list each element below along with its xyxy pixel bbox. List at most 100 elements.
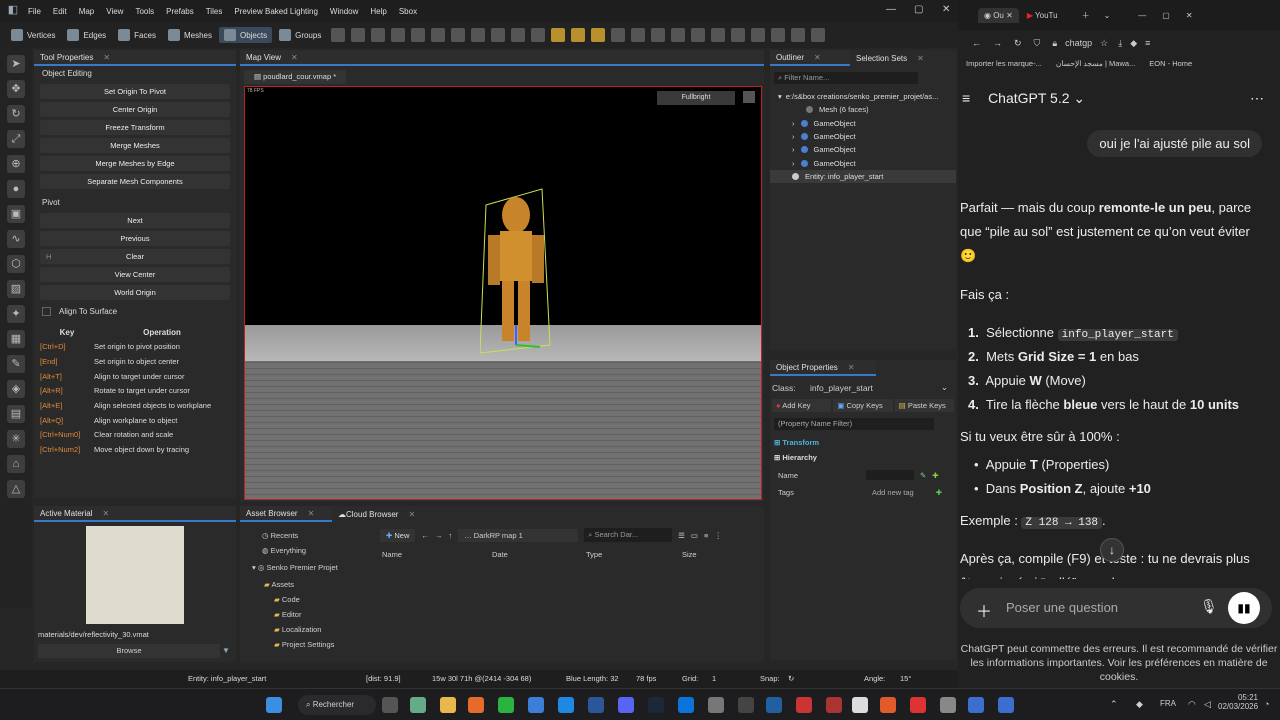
separate-mesh-components-button[interactable]: Separate Mesh Components <box>40 174 230 189</box>
app-icon[interactable] <box>738 697 754 713</box>
close-icon[interactable]: ✕ <box>103 53 110 62</box>
app-icon[interactable] <box>910 697 926 713</box>
url-bar[interactable]: chatgp <box>1065 38 1092 48</box>
more-icon[interactable] <box>811 28 826 42</box>
app-icon[interactable] <box>708 697 724 713</box>
close-icon[interactable]: ✕ <box>1186 11 1193 20</box>
mode-faces[interactable]: Faces <box>113 27 161 43</box>
chevron-right-icon[interactable]: › <box>792 119 795 128</box>
add-tag-input[interactable]: Add new tag <box>872 488 914 497</box>
app-icon[interactable] <box>940 697 956 713</box>
transform-tool-icon[interactable] <box>431 28 446 42</box>
sbox-taskbar-icon[interactable] <box>968 697 984 713</box>
filter-name-input[interactable]: ⌕ Filter Name... <box>774 72 918 84</box>
folder-item[interactable]: ▰ Assets <box>244 577 372 592</box>
scroll-down-button[interactable]: ↓ <box>1100 538 1124 562</box>
clip-icon[interactable] <box>791 28 806 42</box>
tab-selection-sets[interactable]: Selection Sets ✕ <box>850 50 924 66</box>
pivot-icon[interactable]: ⊕ <box>7 155 25 173</box>
add-key-button[interactable]: ● Add Key <box>772 399 832 412</box>
set-origin-to-pivot-button[interactable]: Set Origin To Pivot <box>40 84 230 99</box>
tab-asset-browser[interactable]: Asset Browser ✕ <box>240 506 332 522</box>
settings-icon[interactable] <box>410 697 426 713</box>
back-icon[interactable]: ← <box>421 531 429 540</box>
whatsapp-icon[interactable] <box>498 697 514 713</box>
decal-tool-icon[interactable]: ◈ <box>7 380 25 398</box>
steam-icon[interactable] <box>648 697 664 713</box>
model-icon[interactable] <box>691 28 706 42</box>
polygon-icon[interactable]: ⬡ <box>7 255 25 273</box>
select-icon[interactable]: ➤ <box>7 55 25 73</box>
close-icon[interactable]: ✕ <box>814 53 821 62</box>
minimize-icon[interactable]: — <box>886 4 896 15</box>
tab-chatgpt[interactable]: ◉ Ou ✕ <box>978 7 1019 23</box>
close-icon[interactable]: ✕ <box>848 363 855 372</box>
shield-icon[interactable]: ⛉ <box>1034 38 1041 49</box>
more-options-icon[interactable]: ⋮ <box>714 531 722 540</box>
box-tool-icon[interactable] <box>331 28 346 42</box>
angle-select[interactable]: 15° <box>900 674 911 683</box>
name-input[interactable] <box>866 470 914 480</box>
tree-root[interactable]: ▾ e:/s&box creations/senko_premier_projet… <box>778 90 956 103</box>
pointer-icon[interactable] <box>611 28 626 42</box>
snap-icon[interactable]: ↻ <box>788 674 794 683</box>
material-icon[interactable] <box>671 28 686 42</box>
menu-help[interactable]: Help <box>364 7 392 16</box>
mail-icon[interactable] <box>528 697 544 713</box>
app-icon[interactable] <box>880 697 896 713</box>
menu-map[interactable]: Map <box>73 7 101 16</box>
maximize-icon[interactable]: ▢ <box>914 4 923 15</box>
stack-icon[interactable]: ▤ <box>7 405 25 423</box>
grid-tool-icon[interactable] <box>391 28 406 42</box>
edit-icon[interactable]: ✎ <box>920 471 926 480</box>
taskbar-search[interactable]: ⌕ Rechercher <box>298 695 376 715</box>
entity-tool-icon[interactable] <box>491 28 506 42</box>
path-icon[interactable] <box>751 28 766 42</box>
download-icon[interactable]: ⤓ <box>1118 38 1122 49</box>
tab-map-view[interactable]: Map View ✕ <box>240 50 764 66</box>
windows-start-icon[interactable] <box>266 697 282 713</box>
mode-meshes[interactable]: Meshes <box>163 27 217 43</box>
tab-object-properties[interactable]: Object Properties ✕ <box>770 360 876 376</box>
pivot-clear-button[interactable]: H Clear <box>40 249 230 264</box>
close-icon[interactable]: ✕ <box>942 4 950 15</box>
bookmark[interactable]: EON - Home <box>1149 59 1192 68</box>
light-tool-icon[interactable]: ● <box>7 180 25 198</box>
maximize-icon[interactable]: ▢ <box>1162 11 1170 20</box>
bookmark[interactable]: Importer les marque-... <box>966 59 1042 68</box>
vertex-paint-icon[interactable]: ✦ <box>7 305 25 323</box>
list-item[interactable]: › GameObject <box>778 156 956 169</box>
reload-icon[interactable]: ↻ <box>1014 38 1022 49</box>
rotate-tool-icon[interactable] <box>471 28 486 42</box>
map-file-tab[interactable]: ▤ poudlard_cour.vmap * <box>244 70 347 84</box>
close-icon[interactable]: ✕ <box>102 509 109 518</box>
select-tool-icon[interactable] <box>411 28 426 42</box>
search-input[interactable]: ⌕ Search Dar... <box>584 528 673 542</box>
snap-tool-icon[interactable] <box>371 28 386 42</box>
folder-view-icon[interactable]: ▭ <box>691 531 698 540</box>
mode-edges[interactable]: Edges <box>62 27 111 43</box>
close-icon[interactable]: ✕ <box>408 510 415 519</box>
voice-mode-icon[interactable]: ▮▮ <box>1228 592 1260 624</box>
mode-vertices[interactable]: Vertices <box>6 27 60 43</box>
firefox-icon[interactable] <box>468 697 484 713</box>
bridge-icon[interactable]: ⌂ <box>7 455 25 473</box>
menu-preview-baked-lighting[interactable]: Preview Baked Lighting <box>228 7 324 16</box>
bookmark[interactable]: مسجد الإحسان | Mawa... <box>1056 59 1135 68</box>
column-size[interactable]: Size <box>682 550 697 559</box>
menu-tools[interactable]: Tools <box>129 7 160 16</box>
plus-icon[interactable]: ＋ <box>976 598 992 622</box>
folder-item[interactable]: ▰ Editor <box>244 607 372 622</box>
freeze-transform-button[interactable]: Freeze Transform <box>40 120 230 135</box>
sbox-taskbar-icon[interactable] <box>998 697 1014 713</box>
tree-icon[interactable]: ✳ <box>7 430 25 448</box>
menu-edit[interactable]: Edit <box>47 7 73 16</box>
class-select[interactable]: info_player_start <box>810 383 941 393</box>
3d-viewport[interactable]: 78 FPS Fullbright <box>244 86 762 500</box>
scale-icon[interactable]: ⤢ <box>7 130 25 148</box>
forward-icon[interactable]: → <box>435 531 443 540</box>
microphone-icon[interactable]: 🎙︎ <box>1200 598 1218 615</box>
volume-icon[interactable]: ◁ <box>1204 699 1211 710</box>
chevron-down-icon[interactable]: ⌄ <box>1104 11 1111 20</box>
notification-icon[interactable]: ◔ <box>1264 699 1269 709</box>
